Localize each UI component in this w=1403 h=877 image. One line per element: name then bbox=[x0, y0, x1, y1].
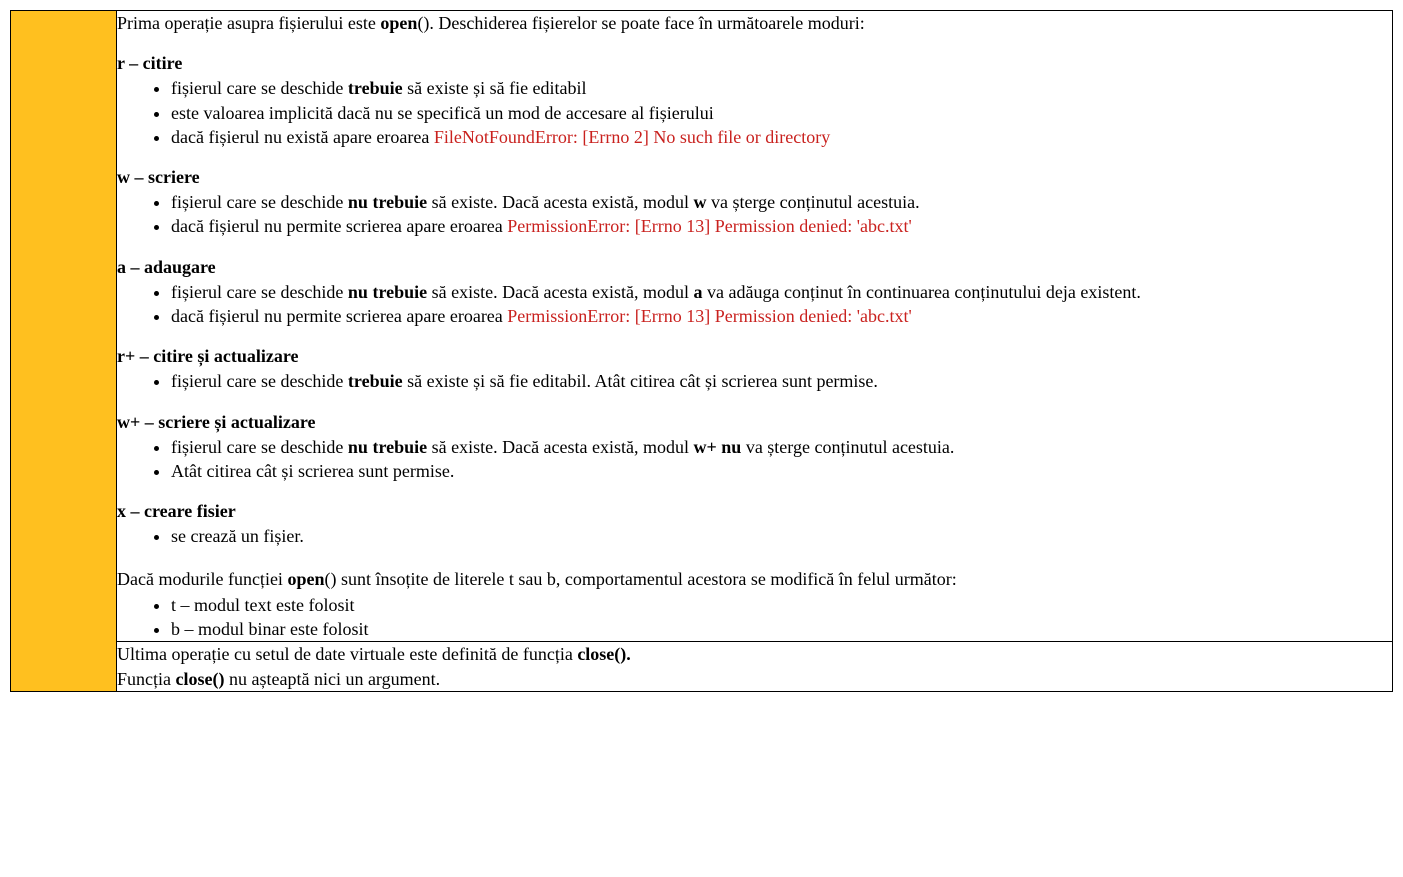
main-content-cell: Prima operație asupra fișierului este op… bbox=[117, 11, 1393, 642]
list-item: fișierul care se deschide trebuie să exi… bbox=[171, 369, 1392, 393]
list-item: fișierul care se deschide nu trebuie să … bbox=[171, 435, 1392, 459]
error-text: PermissionError: [Errno 13] Permission d… bbox=[507, 216, 911, 236]
error-text: FileNotFoundError: [Errno 2] No such fil… bbox=[434, 127, 830, 147]
list-item: se crează un fișier. bbox=[171, 524, 1392, 548]
tb-intro: Dacă modurile funcției open() sunt însoț… bbox=[117, 567, 1392, 591]
intro-paragraph: Prima operație asupra fișierului este op… bbox=[117, 11, 1392, 35]
mode-r-list: fișierul care se deschide trebuie să exi… bbox=[117, 76, 1392, 149]
mode-a-head: a – adaugare bbox=[117, 257, 1392, 278]
footer-line-1: Ultima operație cu setul de date virtual… bbox=[117, 642, 1392, 666]
sidebar-cell bbox=[11, 11, 117, 692]
mode-r-head: r – citire bbox=[117, 53, 1392, 74]
mode-rplus-list: fișierul care se deschide trebuie să exi… bbox=[117, 369, 1392, 393]
mode-rplus-head: r+ – citire și actualizare bbox=[117, 346, 1392, 367]
footer-cell: Ultima operație cu setul de date virtual… bbox=[117, 642, 1393, 692]
mode-w-head: w – scriere bbox=[117, 167, 1392, 188]
intro-text-2: (). Deschiderea fișierelor se poate face… bbox=[417, 13, 864, 33]
mode-a-list: fișierul care se deschide nu trebuie să … bbox=[117, 280, 1392, 329]
list-item: b – modul binar este folosit bbox=[171, 617, 1392, 641]
intro-text-1: Prima operație asupra fișierului este bbox=[117, 13, 380, 33]
footer-line-2: Funcția close() nu așteaptă nici un argu… bbox=[117, 667, 1392, 691]
list-item: fișierul care se deschide trebuie să exi… bbox=[171, 76, 1392, 100]
list-item: dacă fișierul nu permite scrierea apare … bbox=[171, 304, 1392, 328]
mode-x-head: x – creare fisier bbox=[117, 501, 1392, 522]
list-item: dacă fișierul nu există apare eroarea Fi… bbox=[171, 125, 1392, 149]
list-item: t – modul text este folosit bbox=[171, 593, 1392, 617]
mode-w-list: fișierul care se deschide nu trebuie să … bbox=[117, 190, 1392, 239]
list-item: este valoarea implicită dacă nu se speci… bbox=[171, 101, 1392, 125]
tb-list: t – modul text este folosit b – modul bi… bbox=[117, 593, 1392, 642]
intro-open-bold: open bbox=[380, 13, 417, 33]
mode-wplus-head: w+ – scriere și actualizare bbox=[117, 412, 1392, 433]
list-item: Atât citirea cât și scrierea sunt permis… bbox=[171, 459, 1392, 483]
list-item: dacă fișierul nu permite scrierea apare … bbox=[171, 214, 1392, 238]
mode-wplus-list: fișierul care se deschide nu trebuie să … bbox=[117, 435, 1392, 484]
error-text: PermissionError: [Errno 13] Permission d… bbox=[507, 306, 911, 326]
list-item: fișierul care se deschide nu trebuie să … bbox=[171, 190, 1392, 214]
doc-table: Prima operație asupra fișierului este op… bbox=[10, 10, 1393, 692]
list-item: fișierul care se deschide nu trebuie să … bbox=[171, 280, 1392, 304]
mode-x-list: se crează un fișier. bbox=[117, 524, 1392, 548]
